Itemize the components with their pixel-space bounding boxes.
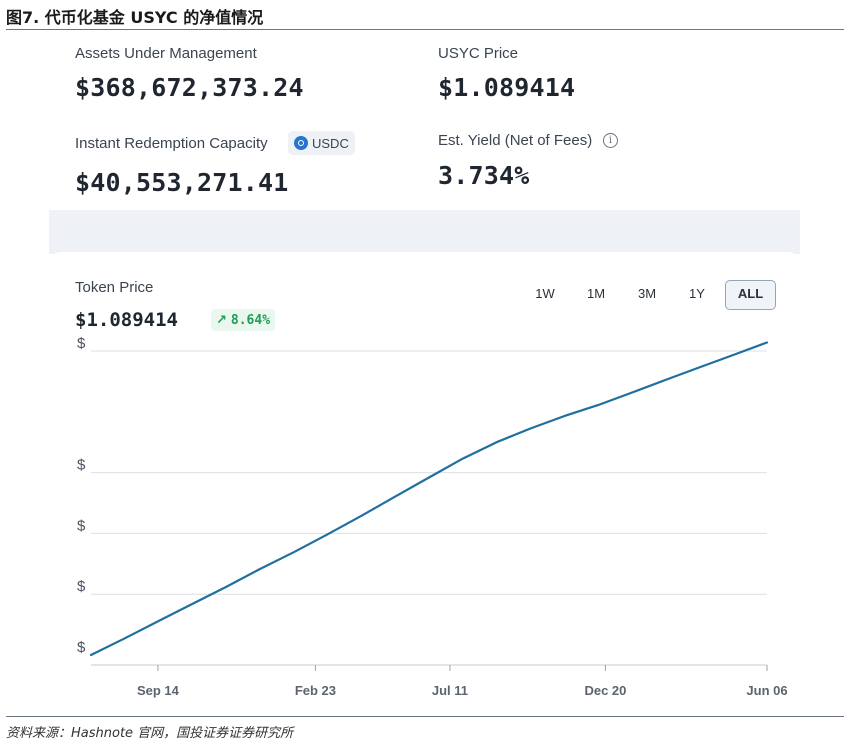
x-tick-label-2: Jul 11: [432, 683, 468, 698]
chart-grid: [91, 350, 767, 595]
x-tick-label-1: Feb 23: [295, 683, 336, 698]
x-tick-label-0: Sep 14: [137, 683, 180, 698]
y-tick-label-0: $: [77, 639, 86, 656]
x-axis: Sep 14 Feb 23 Jul 11 Dec 20 Jun 06: [91, 664, 788, 698]
token-price-chart: $ $ $ $ $ Sep 14 Feb 23 Jul 11 Dec 20 Jun 06: [77, 335, 788, 698]
chart-series: [89, 341, 769, 657]
x-tick-label-3: Dec 20: [584, 683, 626, 698]
y-tick-label-2: $: [77, 517, 86, 534]
x-tick-label-4: Jun 06: [746, 683, 787, 698]
y-tick-label-3: $: [77, 457, 86, 474]
y-axis-labels: $ $ $ $ $: [77, 335, 86, 656]
y-tick-label-4: $: [77, 335, 86, 352]
bottom-rule: [6, 716, 844, 717]
source-note: 资料来源：Hashnote 官网，国投证券证券研究所: [6, 726, 294, 741]
y-tick-label-1: $: [77, 578, 86, 595]
price-line-0: [89, 341, 769, 657]
